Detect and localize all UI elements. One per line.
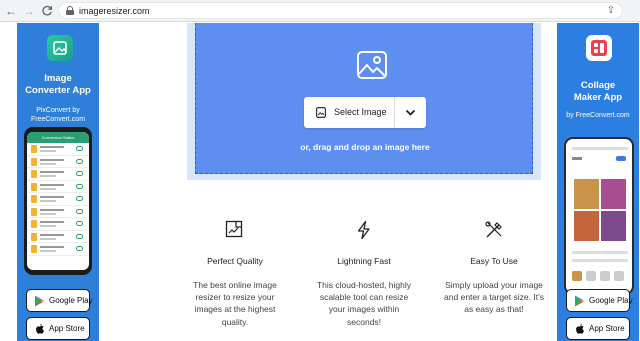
- feature-description: Simply upload your image and enter a tar…: [444, 280, 544, 315]
- ad-title-line1: Image: [44, 73, 72, 84]
- reload-button[interactable]: [40, 3, 54, 19]
- select-image-button[interactable]: Select Image: [304, 97, 395, 128]
- phone-mockup: Conversion Status: [24, 127, 92, 275]
- lightning-icon: [357, 220, 370, 240]
- collage-app-icon: [586, 35, 612, 61]
- feature-title: Easy To Use: [470, 256, 518, 266]
- phone-mockup: [564, 137, 634, 295]
- app-store-label: App Store: [49, 324, 85, 333]
- app-store-label: App Store: [589, 324, 625, 333]
- feature-description: This cloud-hosted, highly scalable tool …: [316, 280, 412, 327]
- reload-icon: [42, 5, 53, 16]
- select-image-control: Select Image: [304, 97, 426, 128]
- google-play-label: Google Play: [589, 296, 633, 305]
- address-bar[interactable]: imageresizer.com ⇪: [58, 2, 623, 19]
- google-play-icon: [575, 295, 585, 307]
- forward-button[interactable]: →: [22, 3, 36, 19]
- image-icon: [357, 51, 387, 79]
- app-store-button[interactable]: App Store: [26, 317, 90, 340]
- share-icon[interactable]: ⇪: [607, 5, 615, 17]
- app-store-button[interactable]: App Store: [566, 317, 630, 340]
- google-play-label: Google Play: [49, 296, 93, 305]
- url-text: imageresizer.com: [79, 6, 150, 16]
- feature-description: The best online image resizer to resize …: [193, 280, 277, 327]
- apple-icon: [36, 323, 44, 334]
- right-ad-banner[interactable]: Collage Maker App by FreeConvert.com Goo…: [557, 23, 639, 341]
- lock-icon[interactable]: [66, 6, 74, 15]
- ad-title-line1: Collage: [580, 80, 616, 91]
- ad-subtitle: by FreeConvert.com: [566, 112, 630, 119]
- tools-icon: [485, 221, 502, 238]
- upload-section: Select Image or, drag and drop an image …: [187, 23, 541, 180]
- ad-title-line2: Maker App: [573, 92, 623, 103]
- source-dropdown-button[interactable]: [395, 97, 426, 128]
- google-play-icon: [35, 295, 45, 307]
- quality-icon: [225, 220, 243, 238]
- browser-toolbar: ← → imageresizer.com ⇪: [0, 0, 640, 22]
- chevron-down-icon: [405, 109, 416, 116]
- drop-instruction: or, drag and drop an image here: [300, 142, 430, 152]
- feature-title: Lightning Fast: [337, 256, 391, 266]
- back-button[interactable]: ←: [4, 3, 18, 19]
- ad-subtitle-line1: PixConvert by: [36, 107, 80, 114]
- phone-header: Conversion Status: [27, 132, 89, 143]
- ad-subtitle-line2: FreeConvert.com: [30, 116, 86, 123]
- feature-title: Perfect Quality: [207, 256, 263, 266]
- google-play-button[interactable]: Google Play: [566, 289, 633, 312]
- image-dropzone[interactable]: Select Image or, drag and drop an image …: [195, 23, 533, 174]
- apple-icon: [576, 323, 584, 334]
- google-play-button[interactable]: Google Play: [26, 289, 93, 312]
- select-image-label: Select Image: [334, 107, 387, 117]
- file-image-icon: [316, 107, 326, 118]
- ad-title-line2: Converter App: [25, 85, 91, 96]
- left-ad-banner[interactable]: Image Converter App PixConvert by FreeCo…: [17, 23, 99, 341]
- app-icon: [47, 35, 73, 61]
